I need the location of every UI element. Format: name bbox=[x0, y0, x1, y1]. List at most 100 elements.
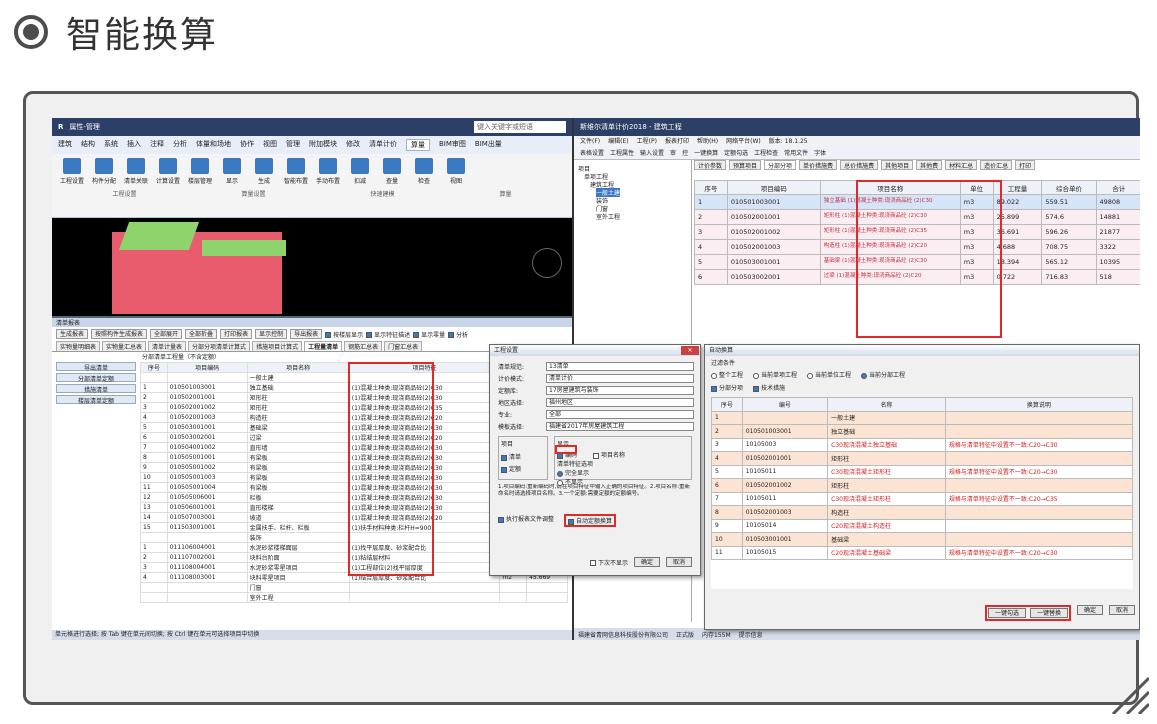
convert-row[interactable]: 9 10105014 C20现浇混凝土构造柱 bbox=[711, 518, 1133, 533]
ok-button[interactable]: 确定 bbox=[633, 557, 660, 567]
ribbon-button[interactable]: 显示 bbox=[218, 158, 246, 185]
toolbar-button[interactable]: 审 bbox=[670, 148, 676, 157]
side-button[interactable]: 楼层清单定额 bbox=[56, 395, 136, 405]
side-button[interactable]: 分部清单定额 bbox=[56, 373, 136, 383]
tree-node[interactable]: 门窗 bbox=[578, 204, 687, 213]
tree-node[interactable]: 室外工程 bbox=[578, 212, 687, 221]
help-search-input[interactable]: 键入关键字或短语 bbox=[474, 121, 566, 133]
option-checkbox[interactable] bbox=[325, 332, 332, 338]
menu-item[interactable]: 报表打印 bbox=[665, 136, 689, 146]
side-button[interactable]: 措施清单 bbox=[56, 384, 136, 394]
pricing-tab[interactable]: 分部分项 bbox=[764, 160, 797, 170]
palette-option[interactable]: 显示特征描述 bbox=[366, 330, 410, 339]
ribbon-button[interactable]: 工程设置 bbox=[58, 158, 86, 185]
ribbon-tab[interactable]: 插入 bbox=[127, 139, 141, 151]
convert-row[interactable]: 5 10105011 C30现浇混凝土矩形柱 规格与清单特征中设置不一致:C20→C3… bbox=[711, 464, 1133, 479]
menu-item[interactable]: 网络平台(W) bbox=[726, 136, 761, 146]
palette-option[interactable]: 显示零量 bbox=[413, 330, 445, 339]
table-row[interactable]: 室外工程 bbox=[140, 592, 568, 603]
convert-cancel-button[interactable]: 取消 bbox=[1108, 605, 1135, 615]
3d-view[interactable] bbox=[52, 218, 572, 316]
table-row[interactable]: 门窗 bbox=[140, 582, 568, 593]
convert-row[interactable]: 8 010502001003 构造柱 bbox=[711, 505, 1133, 520]
tree-node[interactable]: 一般土建 bbox=[578, 188, 687, 197]
exec-checkbox[interactable] bbox=[498, 516, 504, 523]
palette-tool-button[interactable]: 全部折叠 bbox=[185, 329, 218, 339]
ribbon-tab[interactable]: 算量 bbox=[406, 139, 430, 151]
noshow-checkbox[interactable] bbox=[589, 560, 596, 566]
palette-tool-button[interactable]: 按照构件生成报表 bbox=[91, 329, 148, 339]
ribbon-button[interactable]: 构件分配 bbox=[90, 158, 118, 185]
ribbon-button[interactable]: 视图 bbox=[442, 158, 470, 185]
ribbon-tab[interactable]: BIM出量 bbox=[475, 139, 502, 151]
name-checkbox[interactable] bbox=[592, 452, 599, 459]
tree-node[interactable]: 装饰 bbox=[578, 196, 687, 205]
palette-tab[interactable]: 分部分项清单计算式 bbox=[188, 341, 251, 351]
ribbon-tab[interactable]: 管理 bbox=[286, 139, 300, 151]
ribbon-tab[interactable]: 结构 bbox=[81, 139, 95, 151]
side-button[interactable]: 导出清单 bbox=[56, 362, 136, 372]
palette-tool-button[interactable]: 显示控制 bbox=[255, 329, 288, 339]
ribbon-button[interactable]: 清单关联 bbox=[122, 158, 150, 185]
radio-icon[interactable] bbox=[807, 372, 814, 379]
list-checkbox[interactable] bbox=[501, 454, 507, 461]
ribbon-tab[interactable]: 视图 bbox=[263, 139, 277, 151]
palette-tab[interactable]: 实物量明细表 bbox=[56, 341, 101, 351]
toolbar-button[interactable]: 工程属性 bbox=[610, 148, 634, 157]
hide-radio[interactable] bbox=[557, 479, 563, 486]
ribbon-tab[interactable]: BIM审图 bbox=[439, 139, 466, 151]
ribbon-button[interactable]: 检查 bbox=[410, 158, 438, 185]
tree-node[interactable]: 建筑工程 bbox=[578, 180, 687, 189]
scope-radio[interactable]: 当前单项工程 bbox=[753, 370, 797, 379]
ribbon-button[interactable]: 楼层管理 bbox=[186, 158, 214, 185]
ribbon-tab[interactable]: 附加模块 bbox=[309, 139, 337, 151]
menu-item[interactable]: 帮助(H) bbox=[697, 136, 718, 146]
ribbon-tab[interactable]: 分析 bbox=[173, 139, 187, 151]
tree-node[interactable]: 项目 bbox=[578, 164, 687, 173]
pricing-tab[interactable]: 造价汇总 bbox=[980, 160, 1013, 170]
toolbar-button[interactable]: 一键换算 bbox=[694, 148, 718, 157]
convert-row[interactable]: 2 010501003001 独立基础 bbox=[711, 424, 1133, 439]
menu-item[interactable]: 工程(P) bbox=[637, 136, 657, 146]
ribbon-tab[interactable]: 体量和场地 bbox=[196, 139, 231, 151]
convert-row[interactable]: 11 10105015 C20现浇混凝土基础梁 规格与清单特征中设置不一致:C20→C… bbox=[711, 545, 1133, 560]
check-all-button[interactable]: 一键勾选 bbox=[987, 608, 1026, 618]
filter-option[interactable]: 分部分项 bbox=[711, 383, 743, 392]
pricing-tab[interactable]: 材料汇总 bbox=[945, 160, 978, 170]
toolbar-button[interactable]: 控 bbox=[682, 148, 688, 157]
palette-tool-button[interactable]: 导出报表 bbox=[290, 329, 323, 339]
convert-row[interactable]: 4 010502001001 矩形柱 bbox=[711, 451, 1133, 466]
pricing-tab[interactable]: 总价措施费 bbox=[840, 160, 879, 170]
full-radio[interactable] bbox=[557, 470, 563, 477]
ribbon-tab[interactable]: 修改 bbox=[346, 139, 360, 151]
ribbon-button[interactable]: 计算设置 bbox=[154, 158, 182, 185]
filter-option[interactable]: 技术措施 bbox=[753, 383, 785, 392]
palette-tab[interactable]: 门窗汇总表 bbox=[384, 341, 423, 351]
palette-option[interactable]: 分析 bbox=[448, 330, 468, 339]
scope-radio[interactable]: 整个工程 bbox=[711, 370, 743, 379]
convert-ok-button[interactable]: 确定 bbox=[1076, 605, 1103, 615]
toolbar-button[interactable]: 工程检查 bbox=[754, 148, 778, 157]
radio-icon[interactable] bbox=[711, 372, 717, 379]
convert-row[interactable]: 10 010503001001 基础梁 bbox=[711, 532, 1133, 547]
view-cube-icon[interactable] bbox=[532, 248, 562, 278]
field-select[interactable]: 17房屋建筑与装饰 bbox=[546, 385, 694, 395]
ribbon-button[interactable]: 扣减 bbox=[346, 158, 374, 185]
palette-option[interactable]: 按楼层显示 bbox=[325, 330, 363, 339]
pricing-tab[interactable]: 其他费 bbox=[916, 160, 943, 170]
pricing-tab[interactable]: 预算项目 bbox=[729, 160, 762, 170]
convert-row[interactable]: 6 010502001002 矩形柱 bbox=[711, 478, 1133, 493]
ribbon-button[interactable]: 手动布置 bbox=[314, 158, 342, 185]
menu-item[interactable]: 文件(F) bbox=[580, 136, 600, 146]
convert-row[interactable]: 7 10105011 C30现浇混凝土矩形柱 规格与清单特征中设置不一致:C20→C3… bbox=[711, 491, 1133, 506]
ribbon-tab[interactable]: 系统 bbox=[104, 139, 118, 151]
menu-item[interactable]: 编辑(E) bbox=[608, 136, 628, 146]
option-checkbox[interactable] bbox=[366, 332, 373, 338]
replace-all-button[interactable]: 一键替换 bbox=[1029, 608, 1068, 618]
pricing-tab[interactable]: 打印 bbox=[1015, 160, 1036, 170]
auto-convert-checkbox[interactable] bbox=[568, 518, 575, 525]
palette-tool-button[interactable]: 打印报表 bbox=[220, 329, 253, 339]
palette-tab[interactable]: 钢筋汇总表 bbox=[344, 341, 383, 351]
pricing-tab[interactable]: 单价措施费 bbox=[799, 160, 838, 170]
toolbar-button[interactable]: 常用文件 bbox=[784, 148, 808, 157]
